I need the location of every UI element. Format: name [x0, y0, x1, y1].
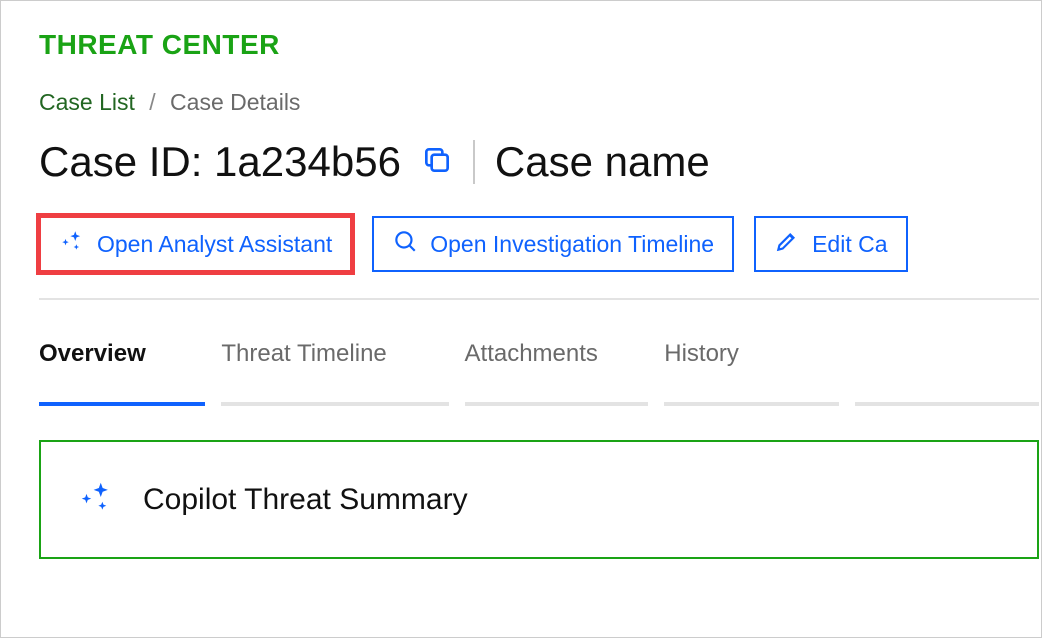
button-label: Open Analyst Assistant	[97, 231, 332, 258]
tab-extra[interactable]	[855, 340, 1039, 406]
copy-icon[interactable]	[421, 144, 453, 181]
button-label: Edit Ca	[812, 231, 887, 258]
button-label: Open Investigation Timeline	[430, 231, 714, 258]
tab-history[interactable]: History	[664, 340, 839, 406]
action-row: Open Analyst Assistant Open Investigatio…	[39, 216, 1039, 300]
tab-threat-timeline[interactable]: Threat Timeline	[221, 340, 448, 406]
copilot-summary-card: Copilot Threat Summary	[39, 440, 1039, 559]
breadcrumb: Case List / Case Details	[39, 89, 1041, 116]
search-icon	[392, 228, 418, 260]
summary-title: Copilot Threat Summary	[143, 483, 468, 517]
sparkle-icon	[77, 478, 115, 521]
app-title: THREAT CENTER	[39, 29, 1041, 61]
open-analyst-assistant-button[interactable]: Open Analyst Assistant	[39, 216, 352, 272]
breadcrumb-separator: /	[149, 89, 155, 115]
edit-icon	[774, 228, 800, 260]
breadcrumb-parent[interactable]: Case List	[39, 89, 135, 115]
case-id: Case ID: 1a234b56	[39, 138, 401, 186]
tabs: Overview Threat Timeline Attachments His…	[39, 340, 1039, 406]
breadcrumb-current: Case Details	[170, 89, 300, 115]
tab-attachments[interactable]: Attachments	[465, 340, 649, 406]
edit-case-button[interactable]: Edit Ca	[754, 216, 907, 272]
sparkle-icon	[59, 228, 85, 260]
divider	[473, 140, 475, 184]
open-investigation-timeline-button[interactable]: Open Investigation Timeline	[372, 216, 734, 272]
case-name: Case name	[495, 138, 710, 186]
tab-overview[interactable]: Overview	[39, 340, 205, 406]
case-header-row: Case ID: 1a234b56 Case name	[39, 138, 1041, 186]
